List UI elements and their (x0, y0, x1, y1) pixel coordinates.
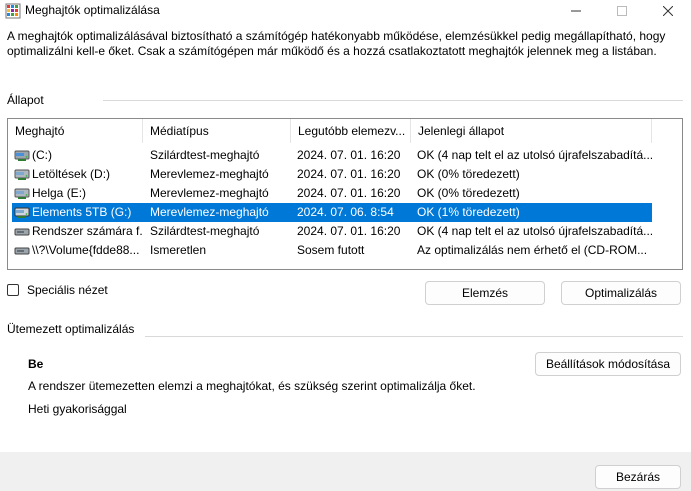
column-header-current-status[interactable]: Jelenlegi állapot (411, 119, 652, 143)
minimize-icon (571, 10, 581, 12)
defrag-app-icon (5, 3, 21, 19)
drive-name: Helga (E:) (32, 186, 87, 200)
maximize-icon (617, 6, 627, 16)
close-icon (663, 6, 673, 16)
drive-row[interactable]: Letöltések (D:) Merevlemez-meghajtó 2024… (12, 165, 652, 184)
change-settings-button[interactable]: Beállítások módosítása (535, 352, 681, 376)
system-drive-icon (14, 228, 30, 236)
hdd-drive-icon (14, 207, 30, 218)
drive-last-analyzed: 2024. 07. 01. 16:20 (297, 167, 401, 181)
title-bar: Meghajtók optimalizálása (0, 0, 691, 22)
scheduled-frequency: Heti gyakorisággal (28, 402, 127, 416)
checkbox-box[interactable] (7, 284, 19, 296)
drive-row[interactable]: Rendszer számára f... Szilárdtest-meghaj… (12, 222, 652, 241)
status-section-divider (103, 100, 683, 101)
column-header-last-analyzed[interactable]: Legutóbb elemezv... (291, 119, 411, 143)
drive-media-type: Merevlemez-meghajtó (150, 205, 269, 219)
close-window-button[interactable] (645, 0, 691, 22)
drive-last-analyzed: Sosem futott (297, 243, 365, 257)
drive-list[interactable]: Meghajtó Médiatípus Legutóbb elemezv... … (7, 118, 683, 270)
drive-name: Letöltések (D:) (32, 167, 111, 181)
drive-media-type: Ismeretlen (150, 243, 207, 257)
drive-media-type: Szilárdtest-meghajtó (150, 224, 260, 238)
scheduled-description: A rendszer ütemezetten elemzi a meghajtó… (28, 379, 476, 393)
scheduled-state: Be (28, 357, 44, 371)
drive-row[interactable]: \\?\Volume{fdde88... Ismeretlen Sosem fu… (12, 241, 652, 260)
hdd-drive-icon (14, 169, 30, 180)
optimize-button[interactable]: Optimalizálás (561, 281, 681, 305)
drive-last-analyzed: 2024. 07. 01. 16:20 (297, 224, 401, 238)
drive-last-analyzed: 2024. 07. 01. 16:20 (297, 148, 401, 162)
scheduled-section-label: Ütemezett optimalizálás (7, 322, 135, 336)
column-header-media-type[interactable]: Médiatípus (143, 119, 291, 143)
drive-name: \\?\Volume{fdde88... (32, 243, 140, 257)
column-header-drive[interactable]: Meghajtó (8, 119, 143, 143)
minimize-button[interactable] (553, 0, 599, 22)
hdd-drive-icon (14, 188, 30, 199)
drive-status: OK (0% töredezett) (417, 186, 520, 200)
drive-row-selected[interactable]: Elements 5TB (G:) Merevlemez-meghajtó 20… (12, 203, 652, 222)
maximize-button[interactable] (599, 0, 645, 22)
footer-bar: Bezárás (0, 452, 691, 491)
drive-media-type: Merevlemez-meghajtó (150, 167, 269, 181)
advanced-view-label: Speciális nézet (27, 283, 108, 297)
volume-drive-icon (14, 247, 30, 255)
drive-name: Rendszer számára f... (32, 224, 142, 238)
drive-row[interactable]: (C:) Szilárdtest-meghajtó 2024. 07. 01. … (12, 146, 652, 165)
drive-status: OK (4 nap telt el az utolsó újrafelszaba… (417, 148, 652, 162)
drive-status: OK (1% töredezett) (417, 205, 520, 219)
drive-status: Az optimalizálás nem érhető el (CD-ROM..… (417, 243, 648, 257)
status-section-label: Állapot (7, 93, 44, 107)
drive-name: (C:) (32, 148, 52, 162)
ssd-drive-icon (14, 150, 30, 161)
drive-name: Elements 5TB (G:) (32, 205, 132, 219)
drive-last-analyzed: 2024. 07. 06. 8:54 (297, 205, 394, 219)
drive-last-analyzed: 2024. 07. 01. 16:20 (297, 186, 401, 200)
analyze-button[interactable]: Elemzés (425, 281, 545, 305)
window-title: Meghajtók optimalizálása (25, 3, 160, 17)
drive-media-type: Szilárdtest-meghajtó (150, 148, 260, 162)
drive-list-header: Meghajtó Médiatípus Legutóbb elemezv... … (8, 119, 682, 143)
drive-status: OK (4 nap telt el az utolsó újrafelszaba… (417, 224, 652, 238)
close-button[interactable]: Bezárás (595, 465, 681, 489)
drive-row[interactable]: Helga (E:) Merevlemez-meghajtó 2024. 07.… (12, 184, 652, 203)
drive-media-type: Merevlemez-meghajtó (150, 186, 269, 200)
description-text: A meghajtók optimalizálásával biztosítha… (7, 29, 666, 58)
drive-status: OK (0% töredezett) (417, 167, 520, 181)
scheduled-section-divider (145, 336, 683, 337)
